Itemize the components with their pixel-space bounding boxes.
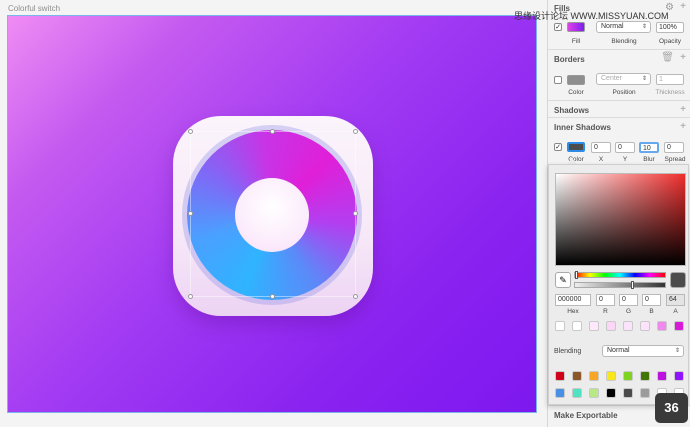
b-field[interactable]: 0 (642, 294, 661, 306)
hue-slider[interactable] (574, 272, 666, 278)
resize-handle-tc[interactable] (270, 129, 275, 134)
preset-color-swatch[interactable] (657, 371, 667, 381)
preset-color-swatch[interactable] (606, 388, 616, 398)
preset-color-swatch[interactable] (623, 388, 633, 398)
artboard[interactable] (7, 15, 537, 413)
add-border-icon[interactable]: + (680, 52, 686, 63)
shadows-header: Shadows (554, 106, 590, 115)
inner-shadow-checkbox[interactable]: ✓ (554, 143, 562, 151)
blending-label: Blending (611, 38, 637, 45)
inner-shadows-header: Inner Shadows (554, 123, 611, 132)
hue-slider-knob[interactable] (575, 271, 578, 279)
borders-header: Borders (554, 55, 585, 64)
recent-color-swatch[interactable] (572, 321, 582, 331)
add-inner-shadow-icon[interactable]: + (680, 121, 686, 132)
inner-shadow-spread-label: Spread (664, 156, 686, 163)
chevron-updown-icon: ⇕ (641, 76, 647, 82)
preset-color-swatch[interactable] (640, 388, 650, 398)
opacity-label: Opacity (658, 38, 682, 45)
slide-number-badge: 36 (655, 393, 688, 423)
preset-color-swatch[interactable] (674, 371, 684, 381)
border-position-value: Center (601, 75, 623, 82)
a-field[interactable]: 64 (666, 294, 685, 306)
border-position-label: Position (612, 89, 636, 96)
picker-blending-select[interactable]: Normal ⇕ (602, 345, 684, 357)
artboard-label[interactable]: Colorful switch (8, 4, 60, 13)
border-checkbox[interactable] (554, 76, 562, 84)
divider (548, 100, 690, 101)
color-preview-swatch (670, 272, 686, 288)
make-exportable-header[interactable]: Make Exportable (554, 411, 618, 420)
inner-shadow-y-label: Y (622, 156, 628, 163)
chevron-updown-icon: ⇕ (641, 24, 647, 30)
inner-shadow-blur-label: Blur (643, 156, 655, 163)
alpha-slider-knob[interactable] (631, 281, 634, 289)
b-label: B (649, 308, 654, 315)
recent-color-swatch[interactable] (606, 321, 616, 331)
resize-handle-ml[interactable] (188, 211, 193, 216)
add-shadow-icon[interactable]: + (680, 104, 686, 115)
saturation-brightness-square[interactable] (555, 173, 686, 266)
resize-handle-bc[interactable] (270, 294, 275, 299)
fill-checkbox[interactable]: ✓ (554, 23, 562, 31)
chevron-updown-icon: ⇕ (674, 348, 680, 354)
fill-label: Fill (571, 38, 581, 45)
inner-shadow-x-field[interactable]: 0 (591, 142, 611, 153)
recent-color-swatch[interactable] (589, 321, 599, 331)
border-position-select[interactable]: Center ⇕ (596, 73, 651, 85)
border-thickness-field[interactable]: 1 (656, 74, 684, 85)
resize-handle-tl[interactable] (188, 129, 193, 134)
divider (548, 49, 690, 50)
hex-label: Hex (567, 308, 579, 315)
app-window: Colorful switch Fills ⚙ + ✓ Normal ⇕ 100%… (0, 0, 690, 427)
fill-blending-value: Normal (601, 23, 624, 30)
preset-color-swatch[interactable] (589, 371, 599, 381)
recent-color-swatch[interactable] (657, 321, 667, 331)
g-label: G (625, 308, 632, 315)
inner-shadow-x-label: X (598, 156, 604, 163)
color-picker-popover: ✎ 000000 0 0 0 64 Hex R G B A Blending N… (548, 164, 689, 405)
preset-color-swatch[interactable] (572, 388, 582, 398)
inner-shadow-blur-field[interactable]: 10 (639, 142, 659, 153)
r-field[interactable]: 0 (596, 294, 615, 306)
eyedropper-icon[interactable]: ✎ (555, 272, 571, 288)
preset-color-swatch[interactable] (589, 388, 599, 398)
preset-color-swatch[interactable] (640, 371, 650, 381)
divider (548, 117, 690, 118)
selection-box (190, 131, 356, 297)
preset-color-swatch[interactable] (623, 371, 633, 381)
inner-shadow-color-swatch[interactable] (567, 142, 585, 152)
resize-handle-tr[interactable] (353, 129, 358, 134)
alpha-slider[interactable] (574, 282, 666, 288)
preset-color-swatch[interactable] (555, 388, 565, 398)
fill-opacity-field[interactable]: 100% (656, 22, 684, 33)
recent-color-swatch[interactable] (623, 321, 633, 331)
preset-color-swatch[interactable] (555, 371, 565, 381)
inner-shadow-y-field[interactable]: 0 (615, 142, 635, 153)
border-thickness-label: Thickness (655, 89, 685, 96)
picker-blending-value: Normal (607, 347, 630, 354)
border-color-swatch[interactable] (567, 75, 585, 85)
preset-color-swatch[interactable] (572, 371, 582, 381)
resize-handle-mr[interactable] (353, 211, 358, 216)
fill-color-swatch[interactable] (567, 22, 585, 32)
border-color-label: Color (568, 89, 584, 96)
recent-color-swatch[interactable] (640, 321, 650, 331)
watermark-text: 思缘设计论坛 WWW.MISSYUAN.COM (514, 11, 669, 21)
resize-handle-br[interactable] (353, 294, 358, 299)
g-field[interactable]: 0 (619, 294, 638, 306)
picker-blending-label: Blending (554, 348, 582, 355)
a-label: A (673, 308, 678, 315)
inner-shadow-spread-field[interactable]: 0 (664, 142, 684, 153)
r-label: R (603, 308, 608, 315)
fill-blending-select[interactable]: Normal ⇕ (596, 21, 651, 33)
recent-color-swatch[interactable] (555, 321, 565, 331)
preset-color-swatch[interactable] (606, 371, 616, 381)
hex-field[interactable]: 000000 (555, 294, 591, 306)
resize-handle-bl[interactable] (188, 294, 193, 299)
add-fill-icon[interactable]: + (680, 1, 686, 12)
recent-color-swatch[interactable] (674, 321, 684, 331)
trash-icon[interactable]: 🗑 (661, 52, 674, 63)
